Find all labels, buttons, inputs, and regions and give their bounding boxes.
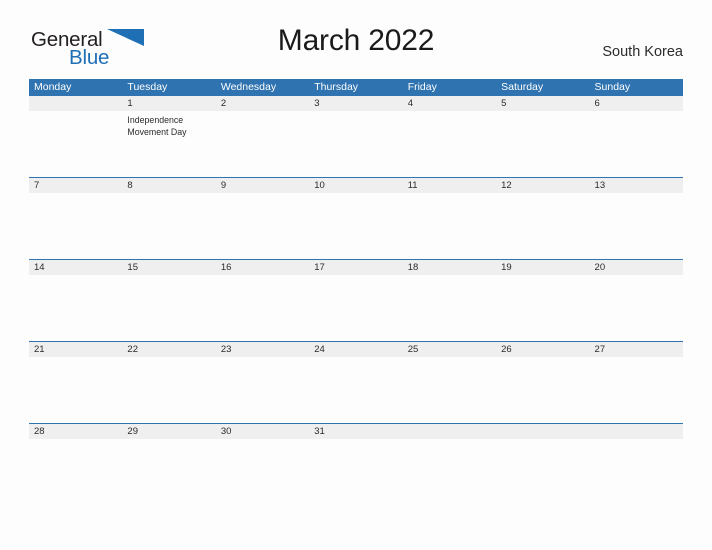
day-event-cell[interactable] [216,439,309,464]
calendar-page: General Blue March 2022 South Korea Mond… [0,0,712,550]
day-number-cell[interactable]: 17 [309,260,402,275]
day-number-cell[interactable]: 12 [496,178,589,193]
day-event-cell[interactable] [309,193,402,259]
day-event-cell[interactable] [309,357,402,423]
week-event-band: Independence Movement Day [29,111,683,177]
day-event-cell[interactable] [496,275,589,341]
day-event-cell[interactable] [216,111,309,177]
day-number-cell[interactable]: 5 [496,96,589,111]
day-event-cell[interactable] [122,275,215,341]
week-event-band [29,357,683,423]
day-event-cell[interactable] [309,275,402,341]
weekday-header-sunday: Sunday [594,81,631,93]
day-number-cell[interactable]: 25 [403,342,496,357]
week-event-band [29,275,683,341]
day-event-cell[interactable] [122,439,215,464]
calendar-week-row: 21 22 23 24 25 26 27 [29,341,683,423]
weekday-header-row: Monday Tuesday Wednesday Thursday Friday… [29,79,683,95]
day-number-cell[interactable]: 27 [590,342,683,357]
day-number-cell[interactable] [496,424,589,439]
week-date-band: 21 22 23 24 25 26 27 [29,341,683,357]
day-number-cell[interactable]: 10 [309,178,402,193]
day-number-cell[interactable]: 1 [122,96,215,111]
day-number-cell[interactable]: 29 [122,424,215,439]
week-date-band: 14 15 16 17 18 19 20 [29,259,683,275]
day-number-cell[interactable]: 4 [403,96,496,111]
week-event-band [29,439,683,464]
page-header: General Blue March 2022 South Korea [29,24,683,72]
locale-label: South Korea [602,44,683,60]
day-number-cell[interactable]: 2 [216,96,309,111]
day-event-cell[interactable] [590,275,683,341]
day-event-cell[interactable] [29,111,122,177]
day-event-cell[interactable] [29,357,122,423]
calendar-week-row: 28 29 30 31 [29,423,683,464]
day-number-cell[interactable]: 8 [122,178,215,193]
week-date-band: 28 29 30 31 [29,423,683,439]
day-number-cell[interactable]: 11 [403,178,496,193]
day-event-cell[interactable] [309,439,402,464]
day-number-cell[interactable]: 6 [590,96,683,111]
day-number-cell[interactable]: 24 [309,342,402,357]
day-event-cell[interactable] [403,439,496,464]
day-number-cell[interactable]: 3 [309,96,402,111]
day-number-cell[interactable]: 28 [29,424,122,439]
day-event-cell[interactable] [496,439,589,464]
calendar-week-row: 7 8 9 10 11 12 13 [29,177,683,259]
day-number-cell[interactable]: 18 [403,260,496,275]
day-event-cell[interactable] [590,357,683,423]
day-number-cell[interactable]: 9 [216,178,309,193]
day-event-cell[interactable] [590,439,683,464]
day-event-cell[interactable] [403,357,496,423]
weekday-header-wednesday: Wednesday [220,81,277,93]
day-event-cell[interactable] [122,357,215,423]
day-event-cell[interactable] [216,275,309,341]
day-number-cell[interactable]: 23 [216,342,309,357]
weekday-header-thursday: Thursday [314,81,359,93]
day-number-cell[interactable]: 15 [122,260,215,275]
calendar-week-row: 14 15 16 17 18 19 20 [29,259,683,341]
day-event-cell[interactable] [216,357,309,423]
day-event-cell[interactable] [29,193,122,259]
day-number-cell[interactable]: 16 [216,260,309,275]
day-number-cell[interactable]: 19 [496,260,589,275]
day-number-cell[interactable]: 21 [29,342,122,357]
day-event-cell[interactable] [122,193,215,259]
day-number-cell[interactable]: 14 [29,260,122,275]
day-event-cell[interactable] [403,275,496,341]
day-event-cell[interactable] [590,111,683,177]
day-number-cell[interactable] [29,96,122,111]
day-event-cell[interactable] [590,193,683,259]
day-event-cell[interactable] [309,111,402,177]
weekday-header-friday: Friday [407,81,437,93]
day-number-cell[interactable]: 22 [122,342,215,357]
weekday-header-tuesday: Tuesday [127,81,168,93]
weekday-header-monday: Monday [34,81,72,93]
day-number-cell[interactable]: 30 [216,424,309,439]
day-number-cell[interactable]: 13 [590,178,683,193]
weekday-header-saturday: Saturday [501,81,544,93]
day-number-cell[interactable]: 31 [309,424,402,439]
day-event-cell[interactable] [496,193,589,259]
day-event-cell[interactable] [403,193,496,259]
day-event-cell[interactable] [216,193,309,259]
day-event-cell[interactable] [29,439,122,464]
calendar-grid: Monday Tuesday Wednesday Thursday Friday… [29,79,683,464]
day-number-cell[interactable]: 7 [29,178,122,193]
week-event-band [29,193,683,259]
day-event-cell[interactable] [496,357,589,423]
day-number-cell[interactable] [590,424,683,439]
day-event-cell[interactable] [403,111,496,177]
day-event-cell[interactable] [29,275,122,341]
calendar-week-row: 1 2 3 4 5 6 Independence Movement Day [29,95,683,177]
page-title: March 2022 [277,24,435,57]
week-date-band: 7 8 9 10 11 12 13 [29,177,683,193]
day-number-cell[interactable]: 26 [496,342,589,357]
week-date-band: 1 2 3 4 5 6 [29,95,683,111]
day-number-cell[interactable] [403,424,496,439]
day-event-cell[interactable] [496,111,589,177]
day-number-cell[interactable]: 20 [590,260,683,275]
day-event-cell[interactable]: Independence Movement Day [122,111,215,177]
